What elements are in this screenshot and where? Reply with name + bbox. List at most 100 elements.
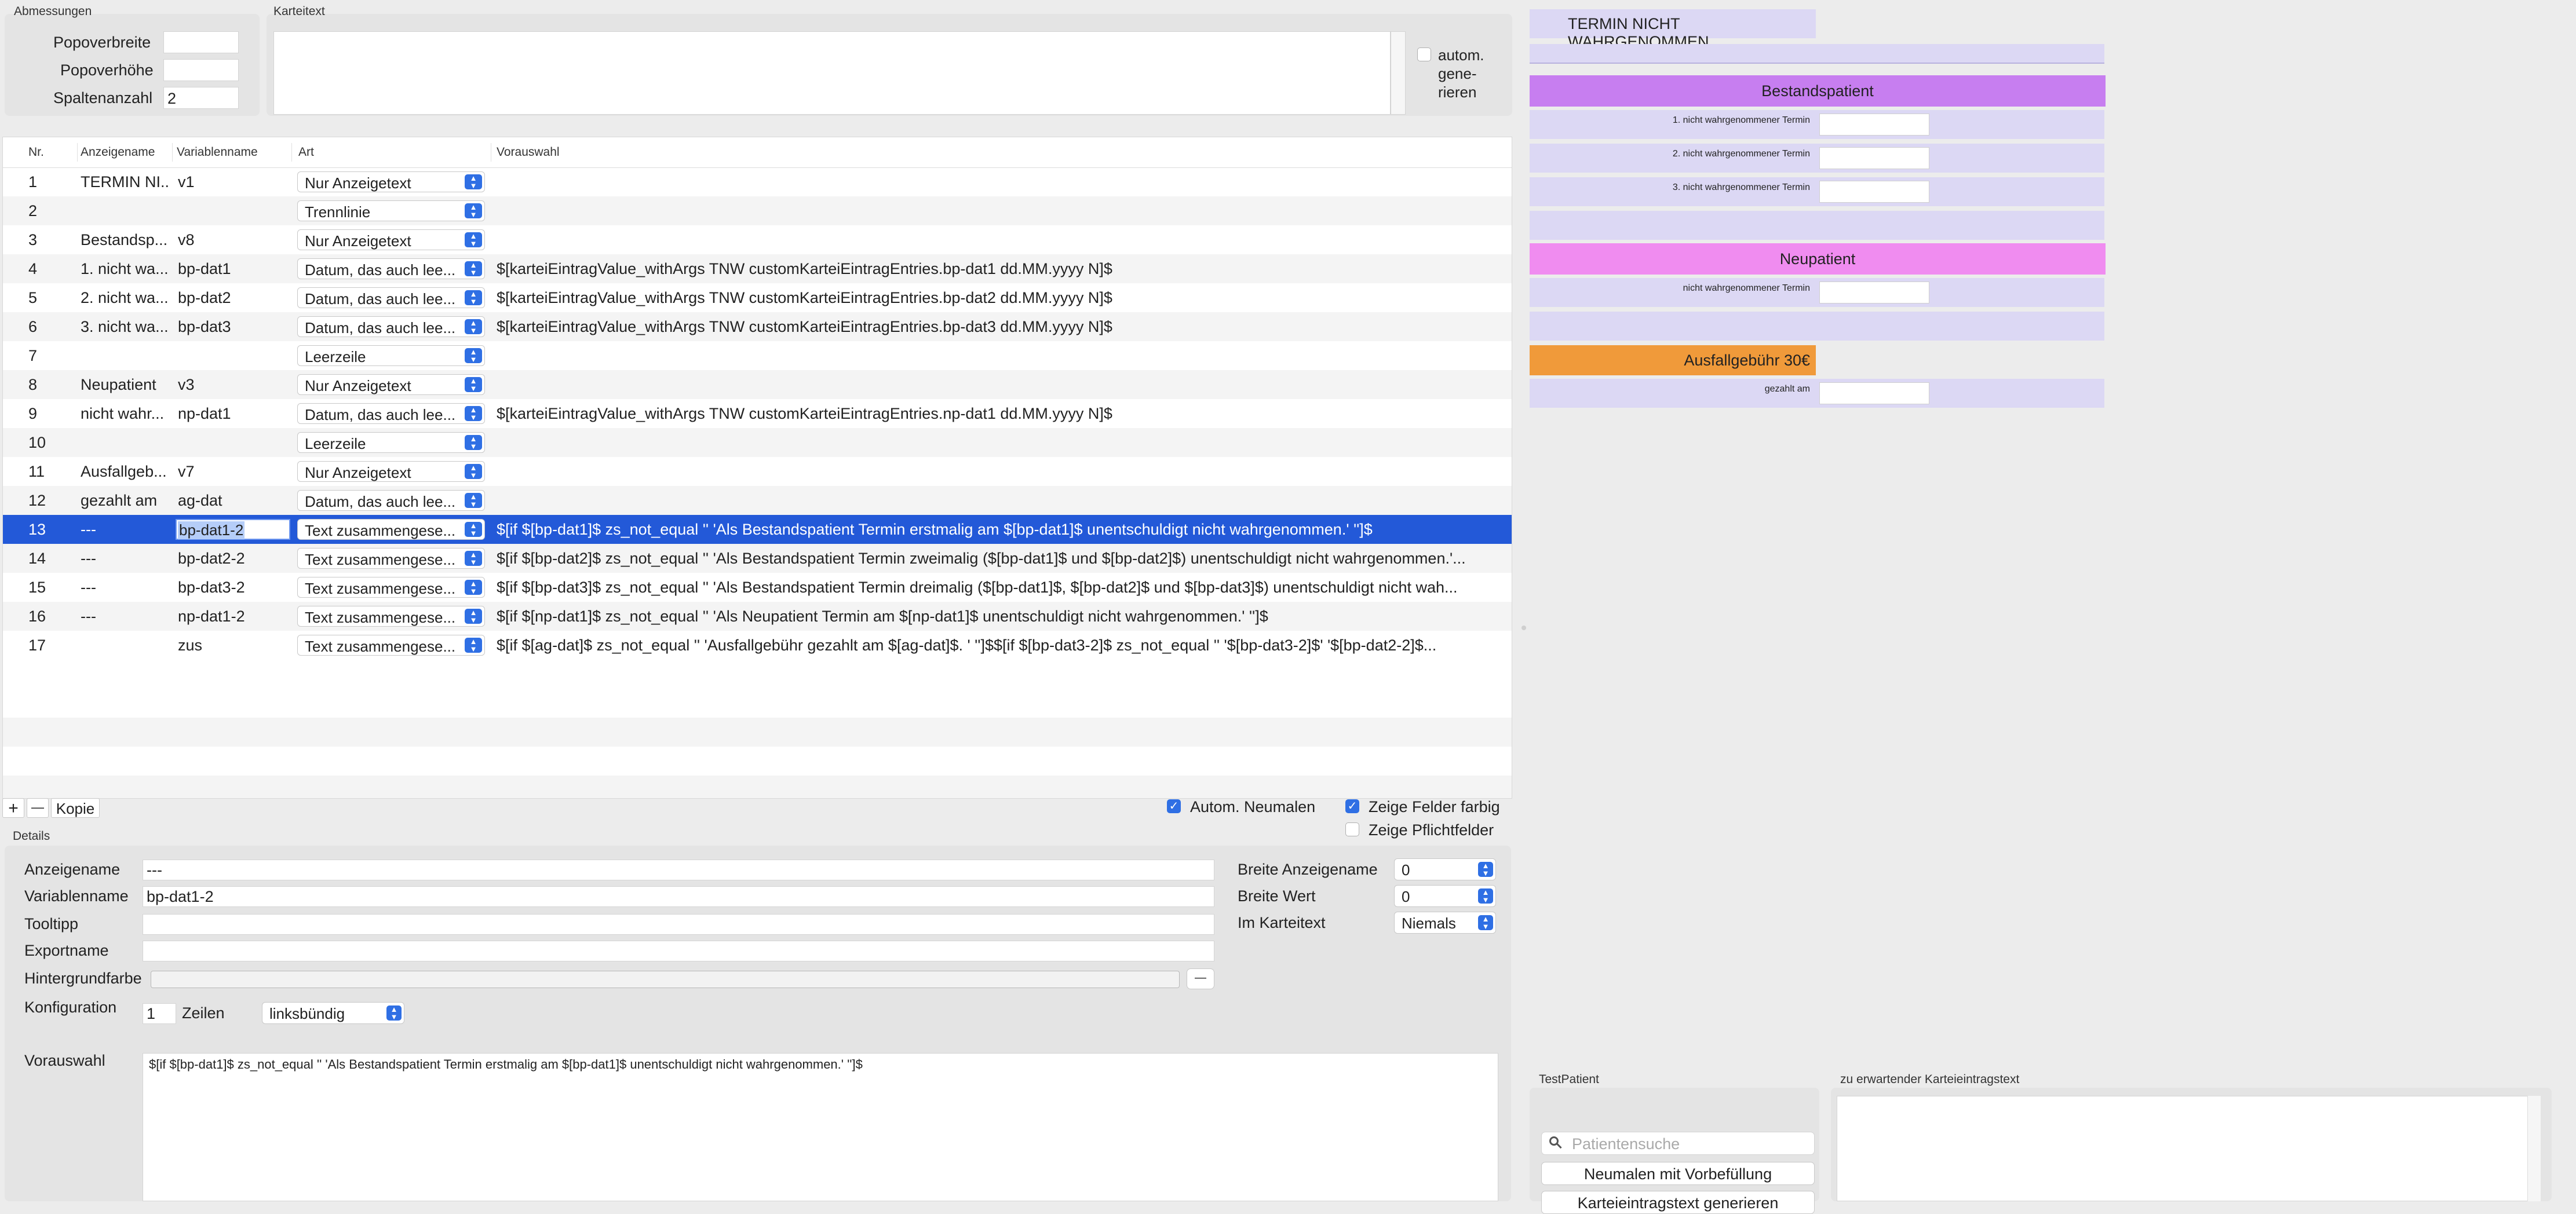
art-select[interactable]: Nur Anzeigetext ▲ ▼ (297, 229, 485, 250)
art-select[interactable]: Text zusammengese... ▲ ▼ (297, 606, 485, 627)
preview-empty-row (1530, 211, 2104, 240)
table-row[interactable]: 3 Bestandsp... v8 Nur Anzeigetext ▲ ▼ (3, 225, 1512, 254)
splitter-handle[interactable] (1521, 626, 1526, 630)
popover-height-input[interactable] (163, 59, 239, 81)
patient-search-input[interactable]: Patientensuche (1541, 1132, 1815, 1155)
table-row[interactable]: 11 Ausfallgeb... v7 Nur Anzeigetext ▲ ▼ (3, 457, 1512, 486)
art-select[interactable]: Text zusammengese... ▲ ▼ (297, 548, 485, 569)
column-divider (172, 143, 173, 162)
table-row[interactable]: 1 TERMIN NI... v1 Nur Anzeigetext ▲ ▼ (3, 167, 1512, 196)
preview-neupatient-header: Neupatient (1530, 243, 2106, 275)
art-select[interactable]: Text zusammengese... ▲ ▼ (297, 635, 485, 656)
table-row[interactable]: 5 2. nicht wa... bp-dat2 Datum, das auch le… (3, 283, 1512, 312)
table-row[interactable]: 14 --- bp-dat2-2 Text zusammengese... ▲ ▼ $[if… (3, 544, 1512, 573)
preview-paid-label: gezahlt am (1530, 379, 1816, 408)
table-row[interactable]: 7 Leerzeile ▲ ▼ (3, 341, 1512, 370)
header-art[interactable]: Art (298, 145, 314, 159)
variable-name-editor[interactable]: bp-dat1-2 (176, 519, 290, 540)
table-row[interactable]: 13 --- bp-dat1-2 Text zusammengese... ▲ ▼ $[if… (3, 515, 1512, 544)
auto-rename-checkbox[interactable]: ✓ (1167, 799, 1181, 813)
art-select[interactable]: Text zusammengese... ▲ ▼ (297, 577, 485, 598)
in-karteitext-label: Im Karteitext (1238, 914, 1326, 931)
background-color-label: Hintergrundfarbe (24, 970, 142, 987)
header-nr[interactable]: Nr. (28, 145, 44, 159)
show-required-checkbox[interactable] (1345, 822, 1359, 836)
table-row[interactable]: 2 Trennlinie ▲ ▼ (3, 196, 1512, 225)
header-anzeigename[interactable]: Anzeigename (81, 145, 155, 159)
art-select[interactable]: Text zusammengese... ▲ ▼ (297, 519, 485, 540)
table-row[interactable]: 16 --- np-dat1-2 Text zusammengese... ▲ ▼ $[if… (3, 602, 1512, 631)
width-display-name-select[interactable]: 0 ▲ ▼ (1394, 858, 1496, 880)
table-row[interactable]: 12 gezahlt am ag-dat Datum, das auch lee...… (3, 486, 1512, 515)
chevron-updown-icon: ▲ ▼ (465, 232, 482, 247)
table-row[interactable]: 10 Leerzeile ▲ ▼ (3, 428, 1512, 457)
art-select[interactable]: Trennlinie ▲ ▼ (297, 200, 485, 221)
art-value: Trennlinie (305, 203, 371, 221)
preview-bp3-input[interactable] (1819, 181, 1929, 203)
background-color-well[interactable] (151, 971, 1180, 988)
table-row[interactable]: 4 1. nicht wa... bp-dat1 Datum, das auch le… (3, 254, 1512, 283)
preview-paid-input[interactable] (1819, 382, 1929, 404)
display-name-input[interactable]: --- (143, 860, 1214, 880)
table-row[interactable]: 9 nicht wahr... np-dat1 Datum, das auch lee… (3, 399, 1512, 428)
chevron-updown-icon: ▲ ▼ (465, 580, 482, 595)
header-vorauswahl[interactable]: Vorauswahl (497, 145, 560, 159)
preview-fee-header: Ausfallgebühr 30€ (1530, 345, 1816, 375)
cell-vorauswahl: $[if $[ag-dat]$ zs_not_equal '' 'Ausfall… (497, 637, 1437, 654)
details-title: Details (13, 829, 50, 843)
expected-text-area[interactable] (1837, 1096, 2539, 1201)
preselection-textarea[interactable]: $[if $[bp-dat1]$ zs_not_equal '' 'Als Be… (143, 1053, 1498, 1201)
auto-generate-checkbox[interactable] (1417, 47, 1431, 61)
cell-vorauswahl: $[karteiEintragValue_withArgs TNW custom… (497, 318, 1112, 335)
header-variablenname[interactable]: Variablenname (177, 145, 258, 159)
config-lines-input[interactable]: 1 (143, 1003, 176, 1024)
cell-variablenname: np-dat1 (178, 405, 231, 422)
chevron-updown-icon: ▲ ▼ (465, 319, 482, 334)
table-row[interactable]: 15 --- bp-dat3-2 Text zusammengese... ▲ ▼ $[if… (3, 573, 1512, 602)
art-select[interactable]: Leerzeile ▲ ▼ (297, 432, 485, 453)
tooltip-input[interactable] (143, 914, 1214, 935)
export-name-input[interactable] (143, 941, 1214, 961)
art-select[interactable]: Datum, das auch lee... ▲ ▼ (297, 316, 485, 337)
cell-nr: 7 (28, 347, 38, 364)
art-select[interactable]: Nur Anzeigetext ▲ ▼ (297, 374, 485, 395)
art-select[interactable]: Datum, das auch lee... ▲ ▼ (297, 490, 485, 511)
chevron-updown-icon: ▲ ▼ (465, 638, 482, 653)
generate-karteitext-button[interactable]: Karteieintragstext generieren (1541, 1191, 1815, 1214)
art-select[interactable]: Datum, das auch lee... ▲ ▼ (297, 258, 485, 279)
clear-color-button[interactable]: — (1187, 968, 1214, 989)
width-value-select[interactable]: 0 ▲ ▼ (1394, 885, 1496, 907)
art-value: Datum, das auch lee... (305, 493, 456, 510)
test-patient-title: TestPatient (1539, 1073, 1599, 1086)
variable-name-input[interactable]: bp-dat1-2 (143, 886, 1214, 907)
cell-variablenname: bp-dat2-2 (178, 550, 245, 567)
table-row[interactable]: 17 zus Text zusammengese... ▲ ▼ $[if $[ag-dat… (3, 631, 1512, 660)
table-row[interactable]: 6 3. nicht wa... bp-dat3 Datum, das auch le… (3, 312, 1512, 341)
remove-row-button[interactable]: — (27, 798, 49, 818)
copy-row-button[interactable]: Kopie (51, 798, 100, 818)
render-with-prefill-button[interactable]: Neumalen mit Vorbefüllung (1541, 1162, 1815, 1185)
preview-bp1-input[interactable] (1819, 114, 1929, 136)
art-select[interactable]: Leerzeile ▲ ▼ (297, 345, 485, 366)
empty-row (3, 776, 1512, 798)
preview-bp2-input[interactable] (1819, 147, 1929, 169)
preview-bp1-label: 1. nicht wahrgenommener Termin (1530, 110, 1816, 139)
art-select[interactable]: Datum, das auch lee... ▲ ▼ (297, 403, 485, 424)
art-select[interactable]: Nur Anzeigetext ▲ ▼ (297, 171, 485, 192)
karteitext-textarea[interactable] (273, 31, 1391, 115)
art-value: Text zusammengese... (305, 551, 456, 568)
display-name-label: Anzeigename (24, 861, 121, 878)
cell-anzeigename: gezahlt am (81, 492, 158, 509)
columns-input[interactable]: 2 (163, 87, 239, 109)
add-row-button[interactable]: + (2, 798, 24, 818)
show-colored-checkbox[interactable]: ✓ (1345, 799, 1359, 813)
width-display-name-label: Breite Anzeigename (1238, 861, 1378, 878)
popover-width-input[interactable] (163, 31, 239, 53)
preview-np1-input[interactable] (1819, 281, 1929, 304)
in-karteitext-select[interactable]: Niemals ▲ ▼ (1394, 912, 1496, 934)
art-select[interactable]: Datum, das auch lee... ▲ ▼ (297, 287, 485, 308)
table-row[interactable]: 8 Neupatient v3 Nur Anzeigetext ▲ ▼ (3, 370, 1512, 399)
art-select[interactable]: Nur Anzeigetext ▲ ▼ (297, 461, 485, 482)
column-divider (291, 143, 292, 162)
config-alignment-select[interactable]: linksbündig ▲ ▼ (262, 1002, 404, 1024)
